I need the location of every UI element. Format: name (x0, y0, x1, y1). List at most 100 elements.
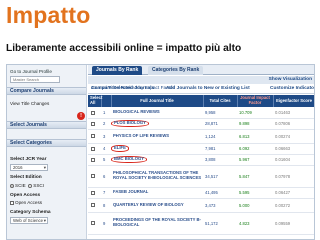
tab-categories-by-rank[interactable]: Categories By Rank (148, 66, 204, 75)
journal-title-link[interactable]: PHILOSOPHICAL TRANSACTIONS OF THE ROYAL … (111, 165, 203, 188)
highlight-circle: PLOS BIOLOGY (111, 120, 149, 127)
rank-cell: 6 (101, 165, 111, 188)
rank-cell: 3 (101, 129, 111, 144)
view-title-changes-link[interactable]: View Title Changes (10, 101, 49, 106)
jif-cell: 5.000 (237, 198, 273, 213)
table-row[interactable]: 8 QUARTERLY REVIEW OF BIOLOGY 3,473 5.000 0.… (88, 198, 314, 213)
compare-selected-button[interactable]: Compare Selected Journals (91, 84, 154, 94)
total-cites-cell: 3,473 (203, 198, 237, 213)
compare-journals-button[interactable]: Compare Journals (7, 87, 86, 95)
row-select-cell (88, 212, 101, 235)
row-checkbox[interactable] (91, 146, 95, 151)
open-access-checkbox[interactable] (10, 200, 14, 205)
add-to-list-button[interactable]: Add Journals to New or Existing List (166, 84, 250, 94)
row-checkbox[interactable] (91, 221, 95, 226)
select-categories-button[interactable]: Select Categories (7, 139, 86, 147)
table-row[interactable]: 9 PROCEEDINGS OF THE ROYAL SOCIETY B-BIOL… (88, 212, 314, 235)
total-cites-cell: 3,808 (203, 154, 237, 166)
table-row[interactable]: 3 Physics of Life Reviews 1,124 6.813 0.0027… (88, 129, 314, 144)
eigenfactor-cell: 0.06427 (273, 187, 314, 199)
open-access-label: Open Access (10, 193, 41, 198)
scie-radio[interactable] (10, 183, 14, 188)
total-cites-cell: 41,495 (203, 187, 237, 199)
journal-table: Select All Full Journal Title Total Cite… (88, 95, 314, 235)
row-checkbox[interactable] (91, 157, 95, 162)
journal-title-link[interactable]: BIOLOGICAL REVIEWS (111, 107, 203, 119)
category-schema-select[interactable]: Web of Science (10, 217, 48, 224)
rank-cell: 1 (101, 107, 111, 119)
ssci-radio[interactable] (28, 183, 33, 188)
sidebar: Go to Journal Profile Compare Journals V… (7, 65, 87, 239)
table-row[interactable]: 1 BIOLOGICAL REVIEWS 9,958 10.709 0.01463 (88, 107, 314, 119)
journal-title-text: QUARTERLY REVIEW OF BIOLOGY (113, 201, 184, 207)
scie-label: SCIE (15, 183, 26, 188)
eigenfactor-header[interactable]: Eigenfactor Score (273, 95, 314, 107)
row-select-cell (88, 118, 101, 130)
journal-title-link[interactable]: Physics of Life Reviews (111, 129, 203, 144)
main-panel: Journals By Rank Categories By Rank Jour… (88, 65, 314, 239)
journal-title-text: FASEB JOURNAL (113, 189, 149, 195)
table-row[interactable]: 4 ELIFE 7,981 6.092 0.06663 (88, 143, 314, 155)
customize-indicators-button[interactable]: Customize Indicators (270, 84, 314, 94)
table-row[interactable]: 5 BMC BIOLOGY 3,808 5.967 0.01604 (88, 154, 314, 166)
row-select-cell (88, 129, 101, 144)
row-checkbox[interactable] (91, 203, 95, 208)
table-row[interactable]: 7 FASEB JOURNAL 41,495 5.595 0.06427 (88, 187, 314, 199)
jif-cell: 10.709 (237, 107, 273, 119)
eigenfactor-cell: 0.09559 (273, 212, 314, 235)
jcr-year-select[interactable]: 2016 (10, 164, 48, 171)
row-select-cell (88, 165, 101, 188)
row-checkbox[interactable] (91, 121, 95, 126)
highlight-circle: BMC BIOLOGY (111, 156, 148, 163)
eigenfactor-cell: 0.00274 (273, 129, 314, 144)
table-header-row: Select All Full Journal Title Total Cite… (88, 95, 314, 107)
slide-subtitle: Liberamente accessibili online = impatto… (6, 43, 242, 54)
total-cites-cell: 51,172 (203, 212, 237, 235)
journal-title-link[interactable]: PROCEEDINGS OF THE ROYAL SOCIETY B-BIOLO… (111, 212, 203, 235)
journal-title-text: BIOLOGICAL REVIEWS (113, 108, 160, 114)
master-search-input[interactable] (10, 76, 60, 83)
jif-cell: 5.847 (237, 165, 273, 188)
table-row[interactable]: 6 PHILOSOPHICAL TRANSACTIONS OF THE ROYAL… (88, 165, 314, 188)
row-checkbox[interactable] (91, 134, 95, 139)
select-all-header[interactable]: Select All (88, 95, 102, 107)
ssci-label: SSCI (33, 183, 45, 188)
jif-header[interactable]: Journal Impact Factor (237, 95, 274, 107)
table-row[interactable]: 2 PLOS BIOLOGY 28,871 9.898 0.07806 (88, 118, 314, 130)
eigenfactor-cell: 0.07806 (273, 118, 314, 130)
jif-cell: 5.595 (237, 187, 273, 199)
eigenfactor-cell: 0.01463 (273, 107, 314, 119)
journal-title-link[interactable]: BMC BIOLOGY (111, 154, 203, 166)
highlight-circle: ELIFE (111, 145, 129, 152)
edition-options: SCIE SSCI (10, 183, 44, 188)
total-cites-cell: 34,517 (203, 165, 237, 188)
journal-title-text: PROCEEDINGS OF THE ROYAL SOCIETY B-BIOLO… (113, 217, 201, 227)
row-checkbox[interactable] (91, 110, 95, 115)
jif-header-label: Journal Impact Factor (240, 95, 270, 105)
jif-cell: 5.967 (237, 154, 273, 166)
journal-title-link[interactable]: ELIFE (111, 143, 203, 155)
select-edition-label: Select Edition (10, 175, 42, 180)
row-select-cell (88, 107, 101, 119)
jif-cell: 6.092 (237, 143, 273, 155)
row-checkbox[interactable] (91, 190, 95, 195)
title-header[interactable]: Full Journal Title (111, 95, 204, 107)
journal-title-link[interactable]: PLOS BIOLOGY (111, 118, 203, 130)
journal-title-text: ELIFE (114, 145, 126, 151)
total-cites-cell: 1,124 (203, 129, 237, 144)
tab-journals-by-rank[interactable]: Journals By Rank (92, 66, 143, 75)
action-bar: Compare Selected Journals Add Journals t… (88, 84, 314, 94)
results-title-bar: Journal Titles Ranked by Impact Factor S… (88, 76, 314, 91)
total-cites-header[interactable]: Total Cites (203, 95, 238, 107)
jif-cell: 9.898 (237, 118, 273, 130)
eigenfactor-cell: 0.07978 (273, 165, 314, 188)
journal-title-link[interactable]: QUARTERLY REVIEW OF BIOLOGY (111, 198, 203, 213)
rank-header (101, 95, 112, 107)
row-checkbox[interactable] (91, 174, 95, 179)
total-cites-cell: 28,871 (203, 118, 237, 130)
show-visualization-link[interactable]: Show Visualization (269, 76, 312, 84)
journal-title-link[interactable]: FASEB JOURNAL (111, 187, 203, 199)
eigenfactor-cell: 0.06663 (273, 143, 314, 155)
select-journals-button[interactable]: Select Journals (7, 121, 86, 129)
journal-title-text: BMC BIOLOGY (114, 156, 145, 162)
